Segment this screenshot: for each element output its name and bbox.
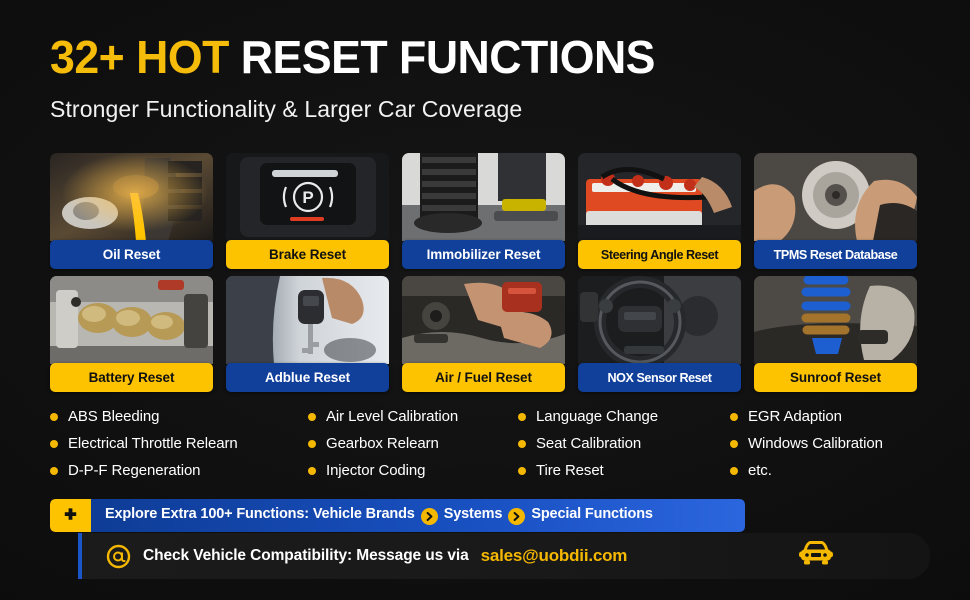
- list-item-label: Gearbox Relearn: [326, 435, 439, 452]
- list-item: Injector Coding: [308, 462, 518, 479]
- bullet-dot-icon: [50, 412, 58, 421]
- list-item: Gearbox Relearn: [308, 435, 518, 452]
- contact-compatibility-bar[interactable]: Check Vehicle Compatibility: Message us …: [78, 533, 930, 579]
- card-tpms-reset-database[interactable]: TPMS Reset Database: [754, 153, 917, 269]
- card-label: NOX Sensor Reset: [578, 363, 741, 392]
- header: 32+ HOT RESET FUNCTIONS Stronger Functio…: [0, 0, 970, 123]
- list-item: Tire Reset: [518, 462, 730, 479]
- thumbnail-car-key-hand: [226, 276, 389, 364]
- bullet-dot-icon: [308, 439, 316, 448]
- contact-bar-text: Check Vehicle Compatibility: Message us …: [143, 547, 469, 564]
- bullet-column-4: EGR Adaption Windows Calibration etc.: [730, 408, 930, 479]
- list-item-label: Language Change: [536, 408, 658, 425]
- list-item-label: Electrical Throttle Relearn: [68, 435, 238, 452]
- bullet-dot-icon: [730, 439, 738, 448]
- card-nox-sensor-reset[interactable]: NOX Sensor Reset: [578, 276, 741, 392]
- card-sunroof-reset[interactable]: Sunroof Reset: [754, 276, 917, 392]
- list-item-label: Tire Reset: [536, 462, 604, 479]
- card-label: Brake Reset: [226, 240, 389, 269]
- list-item-label: Windows Calibration: [748, 435, 883, 452]
- title-highlight: 32+ HOT: [50, 31, 229, 83]
- card-immobilizer-reset[interactable]: Immobilizer Reset: [402, 153, 565, 269]
- list-item: etc.: [730, 462, 930, 479]
- list-item-label: Air Level Calibration: [326, 408, 459, 425]
- title-rest: RESET FUNCTIONS: [240, 31, 656, 83]
- list-item-label: Injector Coding: [326, 462, 426, 479]
- card-steering-angle-reset[interactable]: Steering Angle Reset: [578, 153, 741, 269]
- card-label: Air / Fuel Reset: [402, 363, 565, 392]
- list-item: Seat Calibration: [518, 435, 730, 452]
- promo-banner: 32+ HOT RESET FUNCTIONS Stronger Functio…: [0, 0, 970, 600]
- chevron-right-circle-icon: [420, 508, 438, 525]
- page-title: 32+ HOT RESET FUNCTIONS: [50, 34, 942, 80]
- thumbnail-tire-wheel-service: [402, 153, 565, 241]
- thumbnail-car-battery-red: [578, 153, 741, 241]
- thumbnail-blue-coil-spring: [754, 276, 917, 364]
- bullet-column-3: Language Change Seat Calibration Tire Re…: [518, 408, 730, 479]
- bullet-dot-icon: [518, 412, 526, 421]
- reset-function-grid-row-2: Battery Reset Adblue Reset Air / Fuel Re…: [50, 276, 920, 392]
- page-subtitle: Stronger Functionality & Larger Car Cove…: [50, 96, 523, 122]
- svg-text:P: P: [302, 188, 313, 207]
- card-label: Steering Angle Reset: [578, 240, 741, 269]
- list-item: Language Change: [518, 408, 730, 425]
- bullet-dot-icon: [308, 412, 316, 421]
- plus-icon: [50, 499, 91, 532]
- car-front-icon: [798, 540, 834, 573]
- chevron-right-circle-icon: [508, 508, 526, 525]
- card-brake-reset[interactable]: P Brake Reset: [226, 153, 389, 269]
- bullet-dot-icon: [50, 439, 58, 448]
- list-item-label: etc.: [748, 462, 772, 479]
- at-sign-icon: [106, 544, 131, 569]
- thumbnail-exhaust-manifold: [50, 276, 213, 364]
- bullet-dot-icon: [518, 439, 526, 448]
- card-label: Immobilizer Reset: [402, 240, 565, 269]
- reset-function-grid-row-1: Oil Reset P Brake Reset Immobilizer Rese…: [50, 153, 920, 269]
- bullet-dot-icon: [50, 466, 58, 475]
- card-label: Oil Reset: [50, 240, 213, 269]
- list-item-label: ABS Bleeding: [68, 408, 160, 425]
- list-item: Windows Calibration: [730, 435, 930, 452]
- thumbnail-brake-disc-hands: [754, 153, 917, 241]
- card-label: Sunroof Reset: [754, 363, 917, 392]
- thumbnail-engine-oil-pour: [50, 153, 213, 241]
- list-item-label: D-P-F Regeneration: [68, 462, 201, 479]
- feature-bullet-list: ABS Bleeding Electrical Throttle Relearn…: [50, 408, 930, 479]
- bullet-column-1: ABS Bleeding Electrical Throttle Relearn…: [50, 408, 308, 479]
- thumbnail-parking-brake-button: P: [226, 153, 389, 241]
- bullet-dot-icon: [730, 466, 738, 475]
- thumbnail-steering-wheel-dash: [578, 276, 741, 364]
- thumbnail-engine-bay-hands: [402, 276, 565, 364]
- card-oil-reset[interactable]: Oil Reset: [50, 153, 213, 269]
- list-item: D-P-F Regeneration: [50, 462, 308, 479]
- explore-extra-functions-bar[interactable]: Explore Extra 100+ Functions: Vehicle Br…: [50, 499, 745, 532]
- bullet-dot-icon: [730, 412, 738, 421]
- explore-text-part1: Explore Extra 100+ Functions: Vehicle Br…: [105, 506, 415, 522]
- list-item-label: EGR Adaption: [748, 408, 842, 425]
- list-item: EGR Adaption: [730, 408, 930, 425]
- bullet-column-2: Air Level Calibration Gearbox Relearn In…: [308, 408, 518, 479]
- card-battery-reset[interactable]: Battery Reset: [50, 276, 213, 392]
- list-item: ABS Bleeding: [50, 408, 308, 425]
- explore-text-part2: Systems: [443, 506, 503, 522]
- card-air-fuel-reset[interactable]: Air / Fuel Reset: [402, 276, 565, 392]
- list-item-label: Seat Calibration: [536, 435, 642, 452]
- list-item: Air Level Calibration: [308, 408, 518, 425]
- card-label: Adblue Reset: [226, 363, 389, 392]
- bullet-dot-icon: [308, 466, 316, 475]
- card-adblue-reset[interactable]: Adblue Reset: [226, 276, 389, 392]
- explore-bar-body: Explore Extra 100+ Functions: Vehicle Br…: [91, 499, 745, 532]
- explore-text-part3: Special Functions: [531, 506, 653, 522]
- card-label: TPMS Reset Database: [754, 240, 917, 269]
- list-item: Electrical Throttle Relearn: [50, 435, 308, 452]
- contact-email[interactable]: sales@uobdii.com: [481, 546, 628, 566]
- bullet-dot-icon: [518, 466, 526, 475]
- card-label: Battery Reset: [50, 363, 213, 392]
- explore-bar-text: Explore Extra 100+ Functions: Vehicle Br…: [105, 506, 653, 525]
